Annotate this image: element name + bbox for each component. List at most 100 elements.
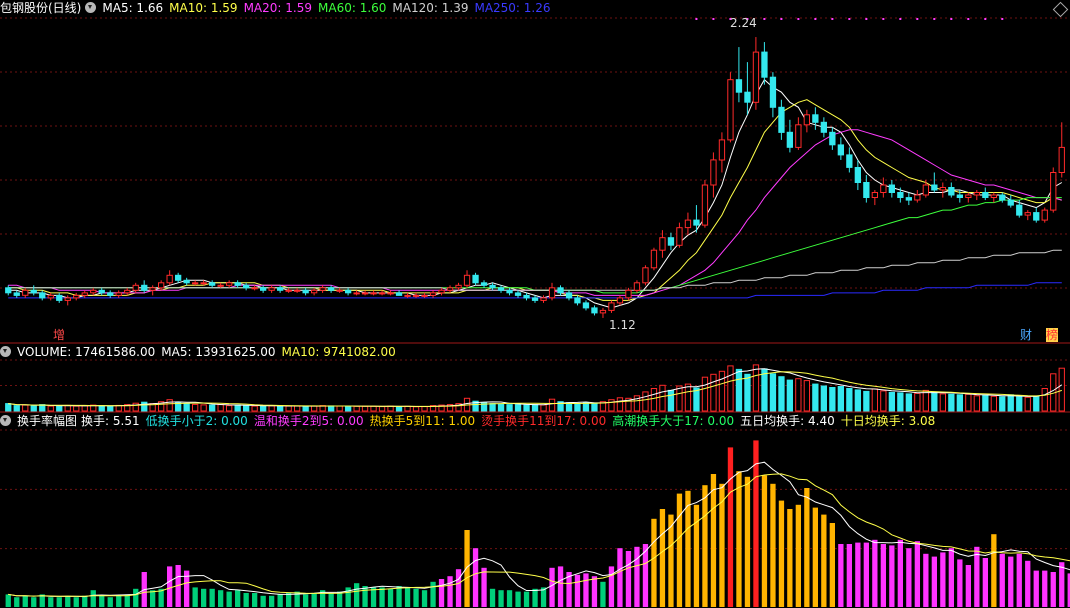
volume-bar <box>497 403 505 412</box>
indicator-toggle-icon[interactable] <box>85 2 97 13</box>
marker-bang[interactable]: 榜 <box>1046 328 1059 342</box>
volume-label: VOLUME: 17461586.00 <box>17 345 156 359</box>
signal-dot <box>797 18 800 20</box>
turnover-bar <box>404 587 411 607</box>
ma-line-ma5 <box>8 78 1063 309</box>
candle-body <box>735 79 743 93</box>
turnover-bar <box>846 544 852 607</box>
turnover-bar <box>940 552 946 607</box>
turnover-bar <box>659 509 666 607</box>
volume-bar <box>1007 394 1014 412</box>
turnover-bar <box>974 546 980 607</box>
turnover-low: 低换手小于2: 0.00 <box>145 414 248 428</box>
marker-cai[interactable]: 财 <box>1020 328 1032 342</box>
volume-bar <box>829 387 836 412</box>
turnover-bar <box>107 597 113 607</box>
candle-body <box>812 114 819 123</box>
volume-bar <box>81 405 88 412</box>
volume-bar <box>192 403 199 412</box>
candle-body <box>149 287 156 291</box>
turnover-bar <box>1008 556 1014 607</box>
candle-body <box>642 267 649 284</box>
volume-bar <box>302 405 309 412</box>
turnover-bar <box>676 493 683 607</box>
turnover-bar <box>736 471 742 607</box>
turnover-bar <box>455 569 462 607</box>
volume-toggle-icon[interactable] <box>0 346 11 357</box>
candle-body <box>752 51 760 103</box>
candle-body <box>846 154 853 168</box>
volume-bar <box>217 404 224 412</box>
candle-body <box>260 287 267 291</box>
turnover-bar <box>948 548 954 607</box>
turnover-toggle-icon[interactable] <box>0 415 11 426</box>
turnover-bar <box>770 483 776 607</box>
turnover-header: 换手率幅图 换手: 5.51 低换手小于2: 0.00 温和换手2到5: 0.00 热换… <box>0 413 941 429</box>
volume-bar <box>761 368 768 412</box>
candle-body <box>837 144 845 156</box>
turnover-bar <box>574 574 581 607</box>
volume-bar <box>395 406 403 412</box>
turnover-bar <box>286 593 292 607</box>
volume-bar <box>880 390 887 412</box>
signal-dot <box>865 18 868 20</box>
volume-bar <box>591 402 598 412</box>
signal-dot <box>814 18 817 20</box>
volume-bar <box>888 391 896 412</box>
turnover-bar <box>710 474 717 607</box>
candle-body <box>353 292 360 295</box>
turnover-bar <box>744 476 751 607</box>
candle-body <box>956 194 964 198</box>
turnover-bar <box>600 581 606 607</box>
candle-body <box>378 292 386 295</box>
candle-body <box>973 192 981 196</box>
turnover-bar <box>693 504 700 607</box>
candle-body <box>463 274 471 286</box>
candle-body <box>319 287 326 291</box>
candle-body <box>200 282 207 285</box>
candle-body <box>659 237 666 251</box>
turnover-bar <box>965 565 971 607</box>
volume-bar <box>744 373 751 412</box>
candle-body <box>625 289 632 299</box>
turnover-bar <box>124 594 130 607</box>
turnover-bar <box>354 583 360 607</box>
marker-zeng[interactable]: 增 <box>53 328 65 342</box>
candle-body <box>676 227 683 246</box>
candle-body <box>514 292 522 296</box>
candle-body <box>64 297 71 301</box>
candle-body <box>922 184 930 196</box>
volume-bar <box>574 403 581 412</box>
candle-body <box>999 194 1006 201</box>
ma-line-ma10 <box>8 99 1062 301</box>
candle-body <box>531 297 539 301</box>
turnover-bar <box>957 559 963 607</box>
signal-dot <box>882 18 885 20</box>
turnover-bar <box>761 475 768 607</box>
candle-body <box>455 284 462 289</box>
candle-body <box>1016 204 1023 216</box>
turnover-bar <box>515 591 521 607</box>
turnover-bar <box>821 514 827 607</box>
turnover-bar <box>337 591 343 607</box>
volume-bar <box>328 405 335 412</box>
volume-ma5-label: MA5: 13931625.00 <box>161 345 276 359</box>
stock-chart[interactable] <box>0 0 1070 608</box>
volume-bar <box>820 385 828 412</box>
volume-bar <box>98 405 105 412</box>
volume-bar <box>370 405 377 412</box>
candle-body <box>438 289 445 294</box>
volume-bar <box>616 397 624 412</box>
volume-pane <box>5 364 1065 412</box>
volume-bar <box>982 394 989 412</box>
volume-bar <box>226 405 233 412</box>
turnover-bar <box>634 546 640 607</box>
signal-dot <box>950 18 953 20</box>
volume-bar <box>650 388 658 412</box>
candle-body <box>897 192 904 198</box>
turnover-bar <box>787 509 793 607</box>
candle-body <box>608 302 615 311</box>
turnover-bar <box>167 566 173 607</box>
volume-bar <box>209 404 216 412</box>
signal-dot <box>831 18 834 20</box>
